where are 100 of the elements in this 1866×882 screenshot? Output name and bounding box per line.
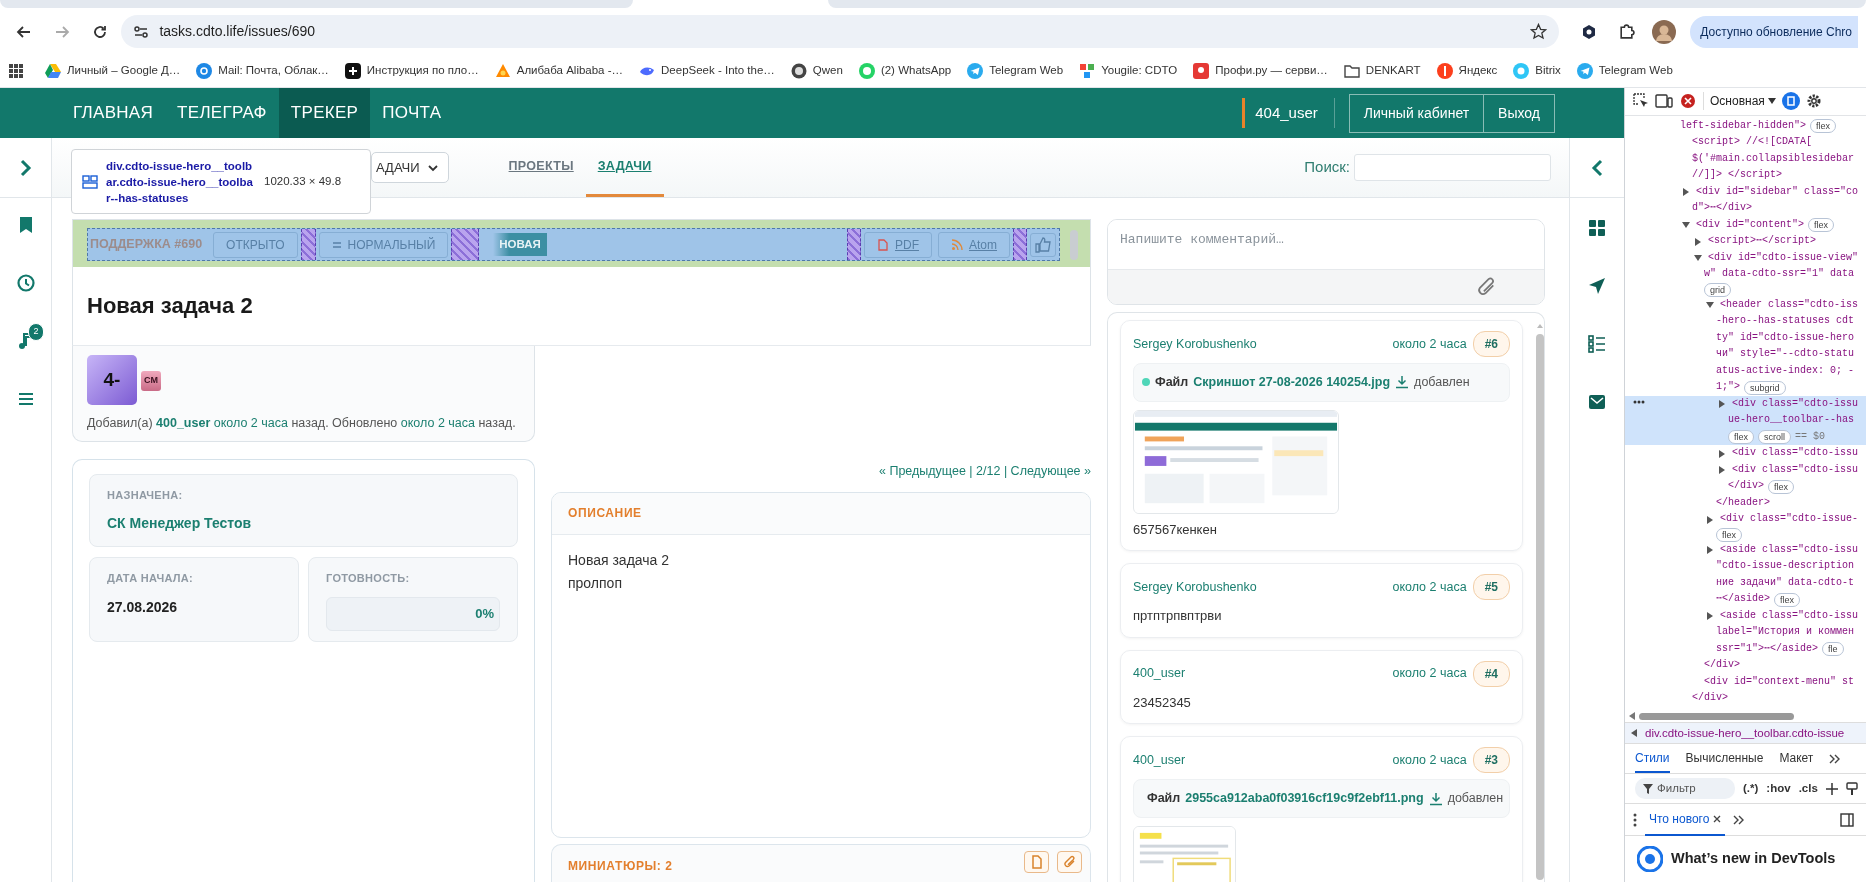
bookmark[interactable]: Bitrix bbox=[1535, 62, 1561, 80]
expand-icon[interactable] bbox=[18, 158, 33, 177]
list-icon[interactable] bbox=[1588, 335, 1606, 353]
collapse-icon[interactable] bbox=[1590, 158, 1604, 177]
bookmark[interactable]: Личный – Google Д… bbox=[67, 62, 181, 80]
layout-badge[interactable]: flex bbox=[1728, 430, 1754, 445]
bookmark-icon[interactable] bbox=[18, 216, 33, 234]
bookmark[interactable]: Telegram Web bbox=[989, 62, 1064, 80]
extension-icon[interactable] bbox=[1580, 23, 1597, 40]
panel-tab[interactable]: Вычисленные bbox=[1685, 744, 1764, 774]
address-bar[interactable]: tasks.cdto.life/issues/690 bbox=[121, 15, 1559, 48]
bookmark[interactable]: Инструкция по пло… bbox=[366, 62, 479, 80]
bookmark[interactable]: DENKART bbox=[1365, 62, 1421, 80]
time-link[interactable]: около 2 часа bbox=[1392, 664, 1467, 684]
header-button[interactable]: Личный кабинет bbox=[1349, 94, 1484, 132]
kebab-menu-icon[interactable] bbox=[1633, 812, 1637, 827]
expand-arrow-icon[interactable] bbox=[1718, 466, 1726, 475]
menu-icon[interactable] bbox=[17, 392, 34, 406]
layout-badge[interactable]: flex bbox=[1810, 119, 1837, 134]
nav-link[interactable]: ГЛАВНАЯ bbox=[61, 88, 166, 138]
more-icon[interactable] bbox=[1633, 399, 1645, 404]
site-info-icon[interactable] bbox=[133, 23, 150, 40]
clock-icon[interactable] bbox=[16, 274, 35, 292]
context-selector[interactable]: Основная bbox=[1703, 92, 1776, 111]
panel-tab[interactable]: Макет bbox=[1779, 744, 1814, 774]
nav-tab[interactable]: ПРОЕКТЫ bbox=[496, 138, 586, 197]
close-icon[interactable] bbox=[1713, 814, 1722, 823]
more-tabs-icon[interactable] bbox=[1829, 753, 1842, 764]
nav-link[interactable]: ТРЕКЕР bbox=[278, 88, 371, 138]
ai-assistant-icon[interactable] bbox=[1781, 92, 1800, 111]
filter-toggle[interactable]: (.*) bbox=[1743, 779, 1759, 798]
bookmark[interactable]: Профи.ру — серви… bbox=[1215, 62, 1328, 80]
settings-icon[interactable] bbox=[1805, 93, 1822, 110]
expand-arrow-icon[interactable] bbox=[1682, 188, 1690, 197]
author-link[interactable]: Sergey Korobushenko bbox=[1133, 334, 1257, 354]
time-link[interactable]: около 2 часа bbox=[213, 416, 288, 430]
send-icon[interactable] bbox=[1588, 277, 1606, 295]
time-link[interactable]: около 2 часа bbox=[1392, 750, 1467, 770]
time-link[interactable]: около 2 часа bbox=[400, 416, 475, 430]
bookmark[interactable]: Яндекс bbox=[1458, 62, 1498, 80]
filter-toggle[interactable]: :hov bbox=[1766, 779, 1791, 798]
layout-badge[interactable]: flex bbox=[1808, 218, 1835, 233]
bookmark[interactable]: Yougile: CDTO bbox=[1101, 62, 1178, 80]
author-link[interactable]: 400_user bbox=[1133, 750, 1186, 770]
expand-arrow-icon[interactable] bbox=[1718, 449, 1726, 458]
reload-icon[interactable] bbox=[91, 23, 108, 40]
file-link[interactable]: 2955ca912aba0f03916cf19c9f2ebf11.png bbox=[1185, 789, 1424, 808]
avatar-icon[interactable] bbox=[1652, 19, 1677, 44]
bookmark[interactable]: (2) WhatsApp bbox=[880, 62, 952, 80]
bookmark[interactable]: DeepSeek - Into the… bbox=[661, 62, 775, 80]
apps-icon[interactable] bbox=[8, 63, 24, 79]
comment-box[interactable]: Напишите комментарий… bbox=[1107, 219, 1545, 305]
collapse-arrow-icon[interactable] bbox=[1706, 301, 1714, 310]
tasks-dropdown[interactable]: АДАЧИ bbox=[371, 151, 449, 184]
layout-badge[interactable]: grid bbox=[1704, 282, 1731, 297]
time-link[interactable]: около 2 часа bbox=[1392, 334, 1467, 354]
file-link[interactable]: Скриншот 27-08-2026 140254.jpg bbox=[1193, 373, 1391, 392]
puzzle-icon[interactable] bbox=[1618, 23, 1636, 40]
nav-link[interactable]: ТЕЛЕГРАФ bbox=[165, 88, 279, 138]
grid-icon[interactable] bbox=[1589, 220, 1605, 236]
filter-toggle[interactable]: .cls bbox=[1798, 779, 1818, 798]
user-link[interactable]: 400_user bbox=[156, 416, 211, 430]
bookmark[interactable]: Mail: Почта, Облак… bbox=[218, 62, 329, 80]
assignee-link[interactable]: СК Менеджер Тестов bbox=[107, 513, 500, 535]
layout-badge[interactable]: flex bbox=[1768, 479, 1795, 494]
expand-arrow-icon[interactable] bbox=[1706, 612, 1714, 621]
bookmark[interactable]: Алибаба Alibaba -… bbox=[516, 62, 624, 80]
time-link[interactable]: около 2 часа bbox=[1392, 577, 1467, 597]
next-link[interactable]: Следующее » bbox=[1010, 463, 1091, 478]
paint-icon[interactable] bbox=[1845, 781, 1858, 796]
dock-icon[interactable] bbox=[1840, 812, 1854, 827]
author-link[interactable]: Sergey Korobushenko bbox=[1133, 577, 1257, 597]
filter-field[interactable]: Фильтр bbox=[1635, 777, 1735, 800]
more-tabs-icon[interactable] bbox=[1733, 814, 1746, 825]
previous-link[interactable]: « Предыдущее bbox=[878, 463, 966, 478]
mail-icon[interactable] bbox=[1589, 395, 1605, 409]
layout-badge[interactable]: fle bbox=[1822, 642, 1844, 657]
expand-arrow-icon[interactable] bbox=[1706, 515, 1714, 524]
expand-arrow-icon[interactable] bbox=[1718, 400, 1726, 409]
author-link[interactable]: 400_user bbox=[1133, 664, 1186, 684]
collapse-arrow-icon[interactable] bbox=[1682, 221, 1690, 230]
bookmark[interactable]: Qwen bbox=[812, 62, 843, 80]
back-icon[interactable] bbox=[15, 23, 32, 40]
layout-badge[interactable]: flex bbox=[1716, 527, 1742, 542]
expand-arrow-icon[interactable] bbox=[1694, 237, 1702, 246]
dom-node[interactable]: <div class="cdto-issu </div> flex bbox=[1625, 461, 1866, 495]
panel-tab[interactable]: Стили bbox=[1635, 744, 1670, 774]
bookmark[interactable]: Telegram Web bbox=[1598, 62, 1673, 80]
layout-badge[interactable]: scroll bbox=[1758, 430, 1792, 445]
star-icon[interactable] bbox=[1529, 23, 1547, 40]
header-button[interactable]: Выход bbox=[1483, 94, 1554, 132]
selected-dom-node[interactable]: <div class="cdto-issu ue-hero__toolbar--has flex scroll == $0 bbox=[1625, 395, 1866, 446]
drawer-tab[interactable]: Что нового bbox=[1645, 803, 1726, 836]
download-icon[interactable] bbox=[1428, 791, 1443, 806]
attach-button[interactable] bbox=[1057, 850, 1082, 873]
search-field[interactable] bbox=[1354, 154, 1551, 181]
expand-arrow-icon[interactable] bbox=[1706, 546, 1714, 555]
layout-badge[interactable]: subgrid bbox=[1744, 380, 1786, 395]
nav-tab[interactable]: ЗАДАЧИ bbox=[585, 138, 664, 197]
add-icon[interactable] bbox=[1825, 782, 1838, 795]
